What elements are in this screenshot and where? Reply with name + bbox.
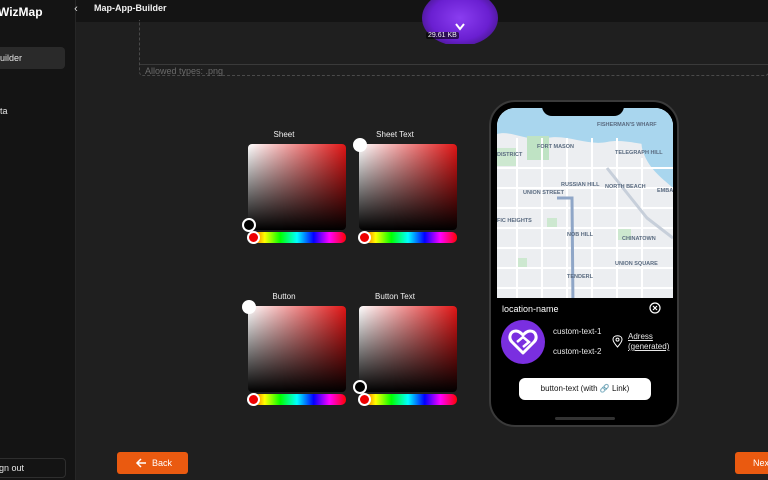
brand-logo-text: WizMap [0, 5, 43, 19]
hue-handle[interactable] [358, 231, 371, 244]
svg-text:TELEGRAPH HILL: TELEGRAPH HILL [615, 150, 663, 156]
uploaded-image-thumbnail[interactable]: 29.61 KB [422, 0, 498, 44]
svg-text:FORT MASON: FORT MASON [537, 144, 574, 150]
arrow-left-icon [135, 458, 146, 468]
chevron-left-icon[interactable]: ‹ [71, 3, 81, 15]
file-size-label: 29.61 KB [426, 32, 459, 39]
svg-text:EMBA: EMBA [657, 188, 673, 194]
phone-notch [542, 102, 624, 116]
color-picker-button-text[interactable] [353, 306, 457, 406]
color-picker-sheet-text[interactable] [353, 138, 457, 244]
saturation-handle[interactable] [242, 218, 256, 232]
chevron-down-icon [455, 23, 465, 31]
hue-slider[interactable] [248, 394, 346, 405]
phone-preview: FISHERMAN'S WHARF FORT MASON DISTRICT TE… [489, 100, 679, 427]
svg-text:RUSSIAN HILL: RUSSIAN HILL [561, 182, 600, 188]
sign-out-button[interactable]: gn out [0, 458, 66, 478]
brand-logo [501, 320, 545, 364]
svg-text:NORTH BEACH: NORTH BEACH [605, 184, 646, 190]
location-sheet: location-name custom-text-1 custom-text-… [497, 298, 673, 420]
home-indicator [555, 417, 615, 420]
divider [140, 64, 768, 65]
svg-text:DISTRICT: DISTRICT [497, 152, 523, 158]
back-button-label: Back [152, 458, 173, 468]
sidebar-item-data[interactable]: ta [0, 100, 65, 122]
sidebar-item-builder[interactable]: uilder [0, 47, 65, 69]
color-picker-button[interactable] [242, 300, 346, 406]
saturation-handle[interactable] [353, 138, 367, 152]
svg-text:NOB HILL: NOB HILL [567, 232, 594, 238]
hue-handle[interactable] [247, 393, 260, 406]
svg-text:FISHERMAN'S WHARF: FISHERMAN'S WHARF [597, 122, 657, 128]
saturation-area[interactable] [248, 144, 346, 230]
sidebar-item-label: uilder [0, 53, 23, 63]
map-preview: FISHERMAN'S WHARF FORT MASON DISTRICT TE… [497, 108, 673, 308]
saturation-area[interactable] [359, 306, 457, 392]
saturation-handle[interactable] [353, 380, 367, 394]
svg-text:UNION STREET: UNION STREET [523, 190, 565, 196]
back-button[interactable]: Back [117, 452, 188, 474]
address-link[interactable]: Adress [628, 332, 653, 341]
address-link-generated[interactable]: (generated) [628, 342, 669, 351]
color-picker-sheet[interactable] [242, 144, 346, 244]
close-icon[interactable] [649, 302, 661, 314]
location-name: location-name [502, 304, 559, 314]
sidebar: WizMap uilder ta gn out [0, 0, 76, 480]
hue-slider[interactable] [248, 232, 346, 243]
next-button[interactable]: Nex [735, 452, 768, 474]
page-title: Map-App-Builder [94, 3, 167, 13]
svg-text:UNION SQUARE: UNION SQUARE [615, 261, 658, 267]
picker-label-sheet: Sheet [273, 130, 295, 139]
map-image: FISHERMAN'S WHARF FORT MASON DISTRICT TE… [497, 108, 673, 308]
hue-handle[interactable] [358, 393, 371, 406]
sidebar-item-label: ta [0, 106, 8, 116]
saturation-area[interactable] [359, 144, 457, 230]
svg-text:TENDERL: TENDERL [567, 274, 594, 280]
allowed-types-text: Allowed types: .png [145, 66, 224, 76]
hue-slider[interactable] [359, 394, 457, 405]
svg-text:FIC HEIGHTS: FIC HEIGHTS [497, 218, 532, 224]
hue-slider[interactable] [359, 232, 457, 243]
map-pin-icon [612, 335, 623, 348]
picker-label-button-text: Button Text [375, 292, 415, 301]
link-button[interactable]: button-text (with 🔗 Link) [519, 378, 651, 400]
custom-text-1: custom-text-1 [553, 327, 602, 336]
svg-text:CHINATOWN: CHINATOWN [622, 236, 656, 242]
heart-icon [508, 329, 538, 355]
hue-handle[interactable] [247, 231, 260, 244]
saturation-handle[interactable] [242, 300, 256, 314]
custom-text-2: custom-text-2 [553, 347, 602, 356]
saturation-area[interactable] [248, 306, 346, 392]
